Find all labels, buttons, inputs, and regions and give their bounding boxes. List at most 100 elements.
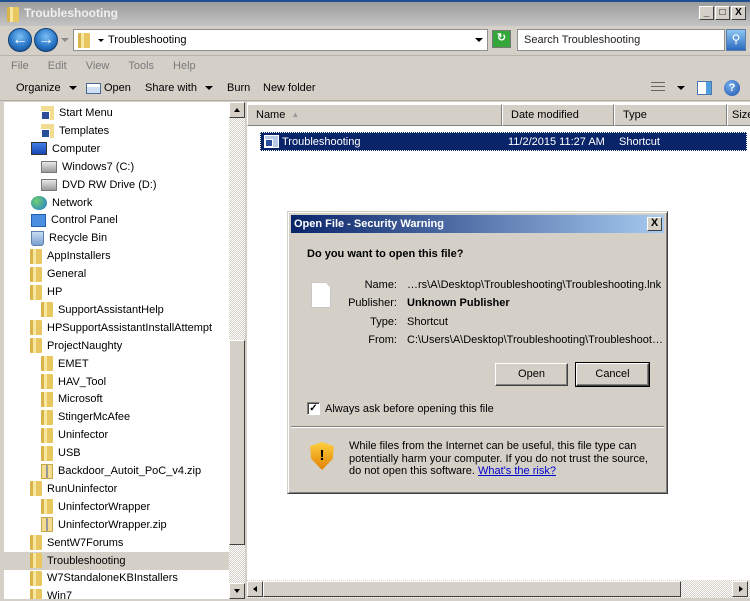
nav-tree-item[interactable]: Microsoft: [4, 390, 229, 408]
nav-tree-item-label: W7StandaloneKBInstallers: [47, 572, 178, 585]
folder-icon: [30, 588, 42, 599]
open-button[interactable]: Open: [86, 82, 131, 94]
menu-file[interactable]: File: [11, 56, 29, 76]
nav-tree-item[interactable]: Computer: [4, 140, 229, 158]
change-view-icon[interactable]: [651, 82, 665, 94]
column-header-type[interactable]: Type: [614, 104, 727, 126]
minimize-button[interactable]: _: [699, 6, 714, 20]
address-dropdown-icon[interactable]: [475, 38, 483, 42]
chevron-down-icon: [204, 86, 213, 90]
nav-tree-item-label: StingerMcAfee: [58, 411, 131, 424]
nav-tree-item[interactable]: Win7: [4, 587, 229, 599]
address-bar[interactable]: Troubleshooting: [73, 29, 488, 51]
breadcrumb-chevron-icon[interactable]: [98, 39, 104, 42]
nav-tree-item-label: EMET: [58, 357, 89, 370]
scroll-down-button[interactable]: [229, 583, 245, 599]
column-header-name[interactable]: Name ▲: [247, 104, 502, 126]
refresh-button[interactable]: ↻: [492, 30, 511, 48]
nav-tree-item[interactable]: ProjectNaughty: [4, 337, 229, 355]
folder-icon: [30, 553, 42, 568]
name-label: Name:: [364, 279, 397, 291]
nav-tree-item[interactable]: Recycle Bin: [4, 229, 229, 247]
nav-tree-item[interactable]: HAV_Tool: [4, 373, 229, 391]
whats-the-risk-link[interactable]: What's the risk?: [478, 465, 556, 477]
nav-vertical-scrollbar[interactable]: [229, 102, 245, 599]
nav-tree-item[interactable]: DVD RW Drive (D:): [4, 176, 229, 194]
organize-label: Organize: [16, 82, 61, 94]
nav-tree-item[interactable]: UninfectorWrapper: [4, 498, 229, 516]
search-input[interactable]: Search Troubleshooting: [517, 29, 725, 51]
menu-help[interactable]: Help: [173, 56, 196, 76]
close-button[interactable]: X: [731, 6, 746, 20]
nav-tree-item-label: SupportAssistantHelp: [58, 303, 164, 316]
breadcrumb-troubleshooting[interactable]: Troubleshooting: [108, 34, 186, 46]
nav-tree-item[interactable]: Windows7 (C:): [4, 158, 229, 176]
shortcut-icon: [264, 135, 279, 148]
file-row[interactable]: Troubleshooting 11/2/2015 11:27 AM Short…: [260, 132, 747, 151]
nav-tree-item[interactable]: AppInstallers: [4, 247, 229, 265]
nav-tree-item[interactable]: Backdoor_Autoit_PoC_v4.zip: [4, 462, 229, 480]
forward-button[interactable]: →: [34, 28, 58, 52]
from-label: From:: [368, 334, 397, 346]
nav-tree-item[interactable]: RunUninfector: [4, 480, 229, 498]
nav-tree-item[interactable]: General: [4, 265, 229, 283]
nav-tree-item-label: Start Menu: [59, 107, 113, 119]
nav-tree-item[interactable]: W7StandaloneKBInstallers: [4, 569, 229, 587]
nav-tree-item-label: HPSupportAssistantInstallAttempt: [47, 321, 213, 334]
scroll-left-button[interactable]: [247, 581, 263, 597]
burn-button[interactable]: Burn: [227, 82, 250, 94]
nav-tree-item[interactable]: EMET: [4, 355, 229, 373]
open-file-button[interactable]: Open: [495, 363, 568, 386]
scroll-up-button[interactable]: [229, 102, 245, 118]
dialog-title: Open File - Security Warning: [294, 218, 444, 230]
always-ask-checkbox[interactable]: ✓: [307, 402, 320, 415]
new-folder-button[interactable]: New folder: [263, 82, 316, 94]
search-button[interactable]: ⚲: [726, 29, 746, 51]
nav-tree-item[interactable]: HPSupportAssistantInstallAttempt: [4, 319, 229, 337]
maximize-button[interactable]: □: [715, 6, 730, 20]
file-list-horizontal-scrollbar[interactable]: [247, 580, 750, 598]
menu-edit[interactable]: Edit: [48, 56, 67, 76]
nav-tree-item-label: RunUninfector: [47, 482, 118, 495]
share-with-button[interactable]: Share with: [145, 82, 213, 94]
dialog-close-button[interactable]: X: [647, 217, 662, 231]
always-ask-label[interactable]: Always ask before opening this file: [325, 403, 494, 415]
new-folder-label: New folder: [263, 82, 316, 94]
cancel-button[interactable]: Cancel: [575, 362, 650, 387]
name-value: …rs\A\Desktop\Troubleshooting\Troublesho…: [407, 279, 662, 291]
dialog-title-bar: Open File - Security Warning X: [291, 215, 664, 233]
nav-tree-item[interactable]: Templates: [4, 122, 229, 140]
menu-view[interactable]: View: [86, 56, 110, 76]
organize-button[interactable]: Organize: [16, 82, 77, 94]
nav-tree-item-label: SentW7Forums: [47, 536, 124, 549]
column-header-date-modified[interactable]: Date modified: [502, 104, 614, 126]
folder-icon: [41, 302, 53, 318]
nav-tree-item-label: Win7: [47, 590, 73, 599]
scroll-right-button[interactable]: [732, 581, 748, 597]
nav-tree-item[interactable]: Uninfector: [4, 426, 229, 444]
security-warning-dialog: Open File - Security Warning X Do you wa…: [287, 211, 668, 494]
preview-pane-icon[interactable]: [697, 81, 712, 95]
warning-text: While files from the Internet can be use…: [349, 440, 659, 478]
menu-tools[interactable]: Tools: [128, 56, 154, 76]
help-icon[interactable]: ?: [724, 80, 740, 96]
nav-tree-item[interactable]: StingerMcAfee: [4, 408, 229, 426]
folder-icon: [30, 320, 42, 336]
nav-tree-item[interactable]: UninfectorWrapper.zip: [4, 516, 229, 534]
nav-tree-item[interactable]: SupportAssistantHelp: [4, 301, 229, 319]
nav-tree-item-label: Microsoft: [58, 393, 103, 406]
nav-tree-item[interactable]: Network: [4, 194, 229, 212]
column-header-size[interactable]: Size: [727, 104, 750, 126]
nav-tree-item[interactable]: USB: [4, 444, 229, 462]
scroll-thumb[interactable]: [229, 340, 245, 545]
nav-tree-item[interactable]: Troubleshooting: [4, 551, 229, 570]
view-options-dropdown[interactable]: [677, 86, 685, 90]
recent-pages-dropdown[interactable]: [61, 38, 69, 42]
nav-tree-item[interactable]: Start Menu: [4, 104, 229, 122]
nav-tree-item[interactable]: SentW7Forums: [4, 534, 229, 552]
horizontal-scroll-thumb[interactable]: [263, 581, 681, 597]
nav-tree-item[interactable]: Control Panel: [4, 211, 229, 229]
nav-tree-item[interactable]: HP: [4, 283, 229, 301]
nav-tree-item-label: Windows7 (C:): [62, 160, 135, 173]
back-button[interactable]: ←: [8, 28, 32, 52]
